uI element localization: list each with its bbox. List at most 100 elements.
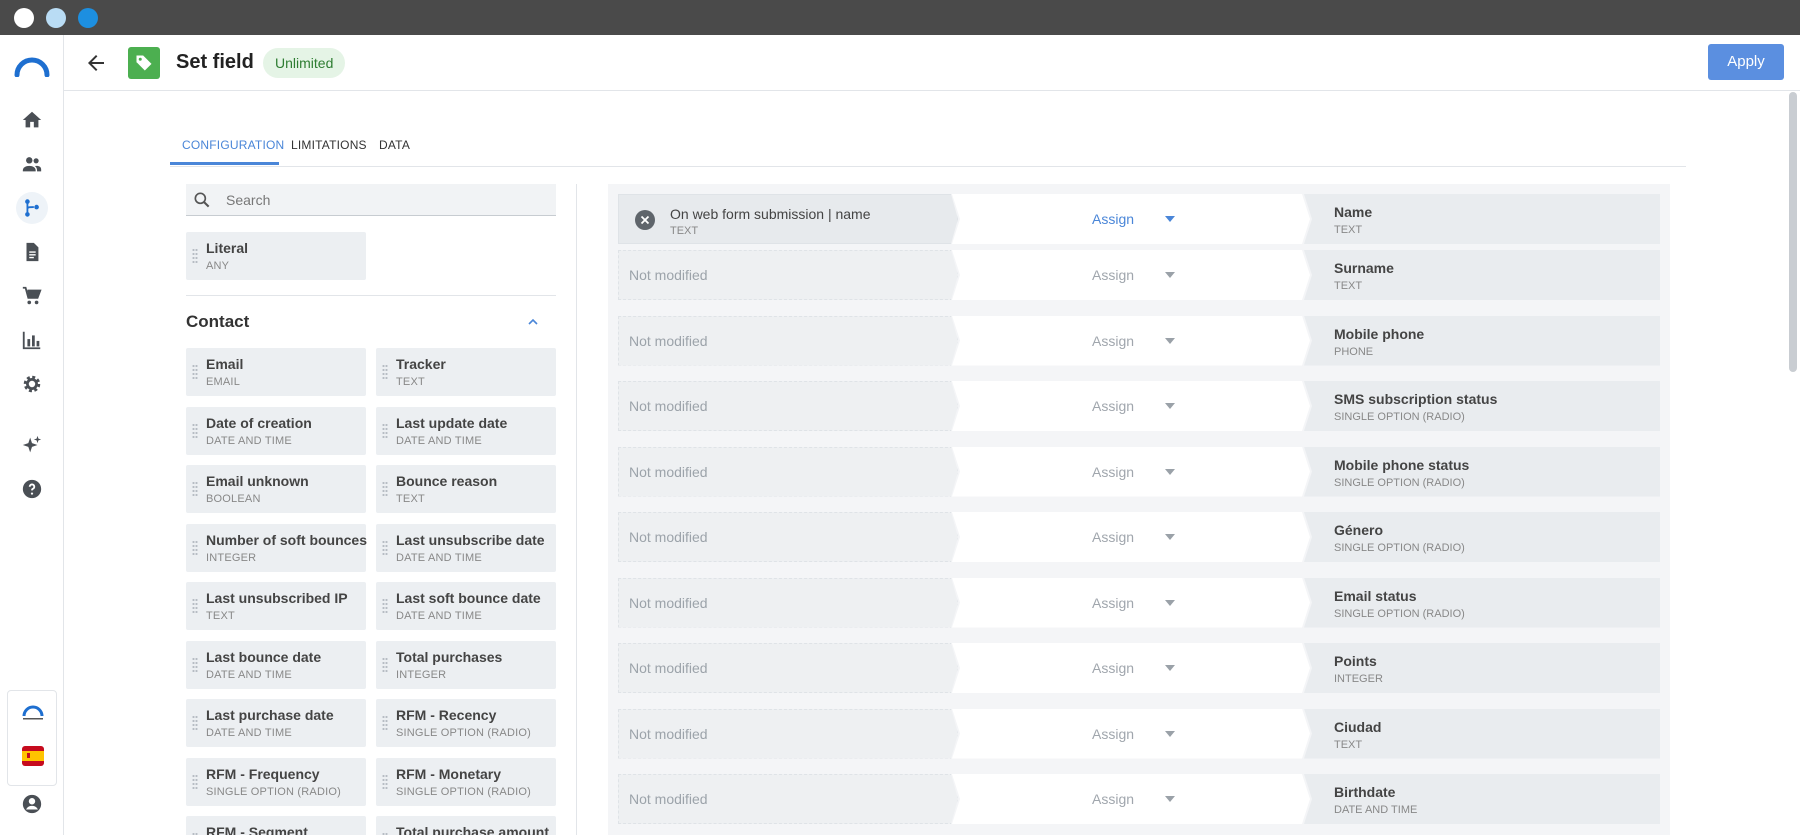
account-icon[interactable] <box>16 788 48 820</box>
operation-select[interactable]: Assign <box>952 774 1310 824</box>
drag-handle-icon[interactable] <box>192 539 198 556</box>
tab-limitations[interactable]: LIMITATIONS <box>291 138 367 152</box>
field-card-literal[interactable]: Literal ANY <box>186 232 366 280</box>
search-input[interactable] <box>226 184 546 216</box>
settings-icon[interactable] <box>16 368 48 400</box>
mapping-row: Not modified Assign Mobile phone PHONE <box>618 315 1660 366</box>
dropdown-caret-icon[interactable] <box>1165 272 1175 278</box>
tab-configuration[interactable]: CONFIGURATION <box>182 138 284 152</box>
mapping-source-dropzone[interactable]: Not modified <box>618 250 958 300</box>
operation-select[interactable]: Assign <box>952 446 1310 497</box>
field-card[interactable]: RFM - Recency SINGLE OPTION (RADIO) <box>376 699 556 747</box>
dropdown-caret-icon[interactable] <box>1165 796 1175 802</box>
operation-select[interactable]: Assign <box>952 708 1310 759</box>
dropdown-caret-icon[interactable] <box>1165 468 1175 475</box>
dropdown-caret-icon[interactable] <box>1165 534 1175 540</box>
drag-handle-icon[interactable] <box>192 422 198 439</box>
operation-select[interactable]: Assign <box>952 194 1310 244</box>
drag-handle-icon[interactable] <box>382 715 388 731</box>
field-card[interactable]: Last unsubscribe date DATE AND TIME <box>376 523 556 572</box>
field-card[interactable]: RFM - Frequency SINGLE OPTION (RADIO) <box>186 757 366 806</box>
field-card-type: BOOLEAN <box>206 493 261 505</box>
mapping-source-dropzone[interactable]: Not modified <box>618 512 958 562</box>
tab-data[interactable]: DATA <box>379 138 410 152</box>
drag-handle-icon[interactable] <box>382 422 388 439</box>
drag-handle-icon[interactable] <box>192 364 198 380</box>
drag-handle-icon[interactable] <box>192 598 198 614</box>
field-card[interactable]: Email unknown BOOLEAN <box>186 465 366 513</box>
drag-handle-icon[interactable] <box>382 773 388 790</box>
field-card[interactable]: Date of creation DATE AND TIME <box>186 406 366 455</box>
window-close-button[interactable] <box>14 8 34 28</box>
field-card-title: Total purchase amount <box>396 824 549 835</box>
ai-sparkle-icon[interactable] <box>16 429 48 461</box>
dropdown-caret-icon[interactable] <box>1165 337 1175 344</box>
field-card[interactable]: Last bounce date DATE AND TIME <box>186 640 366 689</box>
operation-select[interactable]: Assign <box>952 643 1310 693</box>
app-logo-icon[interactable] <box>14 51 50 77</box>
mapping-row: Not modified Assign Email status SINGLE OPT… <box>618 577 1660 628</box>
field-card[interactable]: Last update date DATE AND TIME <box>376 406 556 455</box>
operation-select[interactable]: Assign <box>952 512 1310 562</box>
drag-handle-icon[interactable] <box>382 481 388 497</box>
field-card[interactable]: Number of soft bounces INTEGER <box>186 523 367 572</box>
field-card[interactable]: RFM - Segment <box>186 816 366 835</box>
dropdown-caret-icon[interactable] <box>1165 216 1175 222</box>
field-card[interactable]: Tracker TEXT <box>376 348 556 396</box>
field-card[interactable]: Last soft bounce date DATE AND TIME <box>376 582 556 630</box>
flows-icon[interactable] <box>16 192 48 224</box>
window-maximize-button[interactable] <box>78 8 98 28</box>
field-card[interactable]: Total purchases INTEGER <box>376 640 556 689</box>
field-card-title: Last unsubscribed IP <box>206 590 348 606</box>
window-minimize-button[interactable] <box>46 8 66 28</box>
drag-handle-icon[interactable] <box>382 598 388 614</box>
mapping-source-dropzone[interactable]: Not modified <box>618 315 958 366</box>
mapping-source[interactable]: On web form submission | name TEXT <box>618 194 958 244</box>
drag-handle-icon[interactable] <box>192 656 198 673</box>
dropdown-caret-icon[interactable] <box>1165 599 1175 606</box>
field-card[interactable]: Last unsubscribed IP TEXT <box>186 582 366 630</box>
field-mapping-panel: On web form submission | name TEXT Assign N… <box>608 184 1670 835</box>
operation-select[interactable]: Assign <box>952 577 1310 628</box>
apply-button[interactable]: Apply <box>1708 44 1784 80</box>
reports-icon[interactable] <box>16 324 48 356</box>
drag-handle-icon[interactable] <box>192 481 198 497</box>
dropdown-caret-icon[interactable] <box>1165 403 1175 409</box>
mapping-row: Not modified Assign Género SINGLE OPTION (R… <box>618 512 1660 562</box>
scrollbar-thumb[interactable] <box>1789 92 1797 372</box>
cart-icon[interactable] <box>16 280 48 312</box>
mapping-source-dropzone[interactable]: Not modified <box>618 708 958 759</box>
field-card[interactable]: Last purchase date DATE AND TIME <box>186 699 366 747</box>
field-card[interactable]: Total purchase amount <box>376 816 556 835</box>
back-arrow-icon[interactable] <box>84 51 108 75</box>
drag-handle-icon[interactable] <box>192 715 198 731</box>
workspace-switcher[interactable] <box>7 690 57 786</box>
drag-handle-icon[interactable] <box>192 773 198 790</box>
field-card[interactable]: Bounce reason TEXT <box>376 465 556 513</box>
target-title: Birthdate <box>1334 784 1396 800</box>
mapping-source-dropzone[interactable]: Not modified <box>618 643 958 693</box>
mapping-target: Género SINGLE OPTION (RADIO) <box>1304 512 1660 562</box>
mapping-source-dropzone[interactable]: Not modified <box>618 446 958 497</box>
help-icon[interactable] <box>16 473 48 505</box>
status-badge: Unlimited <box>263 48 346 78</box>
operation-select[interactable]: Assign <box>952 381 1310 431</box>
drag-handle-icon[interactable] <box>382 539 388 556</box>
mapping-source-dropzone[interactable]: Not modified <box>618 381 958 431</box>
contacts-icon[interactable] <box>16 148 48 180</box>
field-card[interactable]: RFM - Monetary SINGLE OPTION (RADIO) <box>376 757 556 806</box>
drag-handle-icon[interactable] <box>192 248 198 264</box>
operation-select[interactable]: Assign <box>952 315 1310 366</box>
dropdown-caret-icon[interactable] <box>1165 730 1175 737</box>
drag-handle-icon[interactable] <box>382 364 388 380</box>
clear-icon[interactable] <box>635 210 655 230</box>
drag-handle-icon[interactable] <box>382 656 388 673</box>
mapping-source-dropzone[interactable]: Not modified <box>618 577 958 628</box>
documents-icon[interactable] <box>16 236 48 268</box>
home-icon[interactable] <box>16 104 48 136</box>
chevron-up-icon[interactable] <box>526 316 540 328</box>
mapping-source-dropzone[interactable]: Not modified <box>618 774 958 824</box>
field-card[interactable]: Email EMAIL <box>186 348 366 396</box>
dropdown-caret-icon[interactable] <box>1165 665 1175 671</box>
operation-select[interactable]: Assign <box>952 250 1310 300</box>
